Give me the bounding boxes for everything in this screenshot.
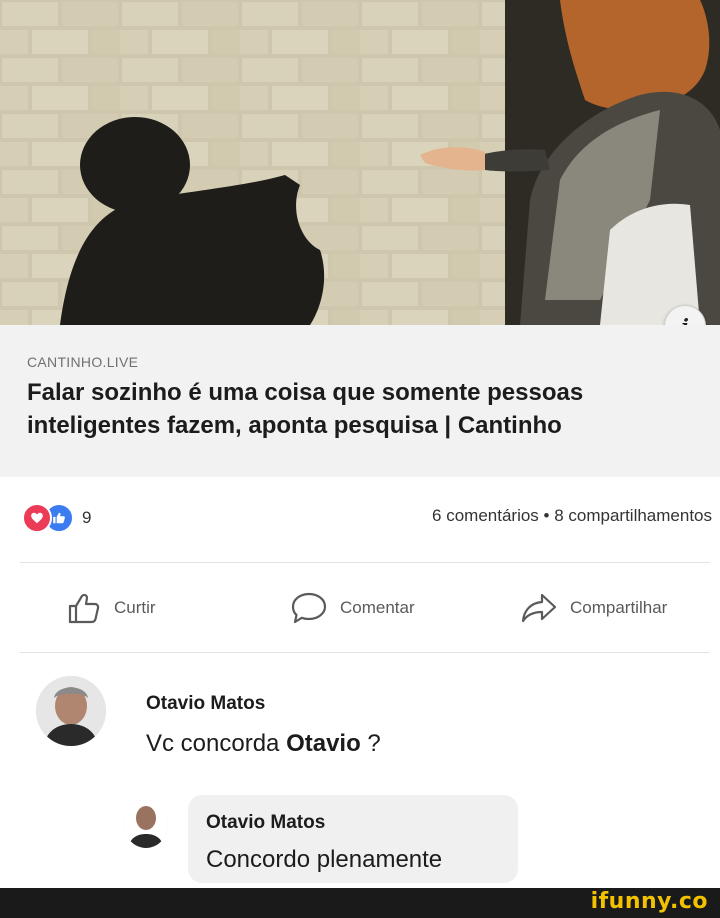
comment-text: Vc concorda Otavio ? — [146, 730, 381, 758]
reply-author[interactable]: Otavio Matos — [206, 812, 325, 834]
avatar[interactable] — [36, 676, 106, 746]
share-icon — [521, 593, 557, 623]
love-reaction-icon — [22, 503, 52, 533]
ifunny-watermark: ifunny.co — [590, 889, 708, 914]
share-button-label: Compartilhar — [570, 598, 668, 617]
comment-button[interactable]: Comentar — [290, 588, 415, 628]
like-button-label: Curtir — [114, 598, 156, 617]
thumbs-up-icon — [68, 593, 100, 624]
comment-text-part: Vc concorda — [146, 730, 287, 757]
post-stats[interactable]: 6 comentários • 8 compartilhamentos — [432, 506, 712, 526]
share-button[interactable]: Compartilhar — [520, 588, 667, 628]
post-photo[interactable] — [0, 0, 720, 325]
comment-author[interactable]: Otavio Matos — [146, 693, 265, 715]
divider — [20, 652, 710, 653]
link-source: CANTINHO.LIVE — [27, 354, 139, 370]
link-title[interactable]: Falar sozinho é uma coisa que somente pe… — [27, 376, 687, 442]
comment-button-label: Comentar — [340, 598, 415, 617]
comment-icon — [291, 592, 327, 624]
reply-text: Concordo plenamente — [206, 846, 443, 873]
avatar[interactable] — [124, 800, 168, 848]
post-photo-drawing — [0, 0, 720, 325]
comment-text-part: ? — [360, 730, 381, 757]
like-button[interactable]: Curtir — [66, 588, 156, 628]
divider — [20, 562, 710, 563]
comment-mention[interactable]: Otavio — [286, 730, 361, 757]
reactions-summary[interactable]: 9 — [22, 503, 91, 533]
reaction-count: 9 — [82, 508, 92, 527]
